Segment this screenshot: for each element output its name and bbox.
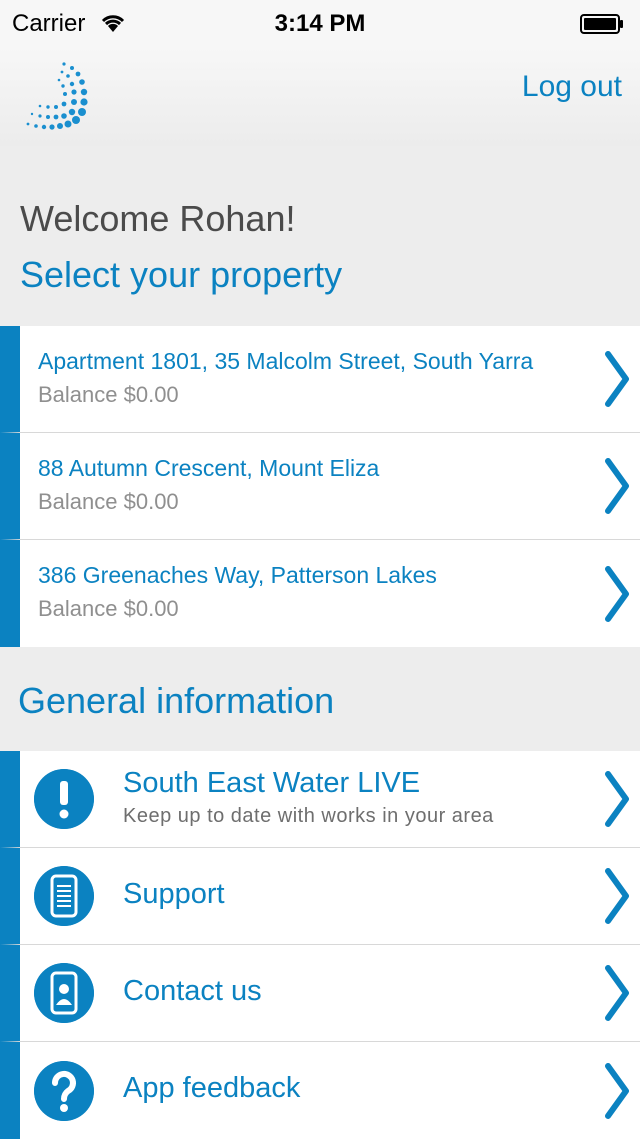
welcome-heading: Welcome Rohan! <box>20 198 296 239</box>
contact-phone-icon <box>34 963 94 1023</box>
chevron-right-icon <box>605 565 629 622</box>
chevron-right-icon <box>605 965 629 1021</box>
chevron-right-icon <box>605 351 629 407</box>
property-address: 88 Autumn Crescent, Mount Eliza <box>38 455 380 481</box>
property-balance: Balance $0.00 <box>38 382 179 407</box>
general-information-title: General information <box>18 680 335 721</box>
property-balance: Balance $0.00 <box>38 489 179 514</box>
chevron-right-icon <box>605 868 629 924</box>
info-item-label: App feedback <box>123 1072 301 1104</box>
battery-icon <box>580 14 623 34</box>
nav-bar: Log out <box>0 48 640 146</box>
property-balance: Balance $0.00 <box>38 596 179 621</box>
info-item-label: Contact us <box>123 975 262 1007</box>
info-item-support[interactable]: Support <box>0 848 640 945</box>
info-item-contact-us[interactable]: Contact us <box>0 945 640 1042</box>
select-property-title: Select your property <box>20 254 343 295</box>
general-information-list: South East Water LIVE Keep up to date wi… <box>0 751 640 1139</box>
status-bar: Carrier 3:14 PM <box>0 0 640 48</box>
info-item-app-feedback[interactable]: App feedback <box>0 1042 640 1139</box>
logout-button[interactable]: Log out <box>522 70 622 104</box>
property-list: Apartment 1801, 35 Malcolm Street, South… <box>0 326 640 647</box>
chevron-right-icon <box>605 458 629 514</box>
question-icon <box>34 1060 94 1121</box>
property-address: 386 Greenaches Way, Patterson Lakes <box>38 562 437 588</box>
info-item-south-east-water-live[interactable]: South East Water LIVE Keep up to date wi… <box>0 751 640 848</box>
info-item-label: Support <box>123 878 225 910</box>
info-item-label: South East Water LIVE <box>123 767 421 799</box>
chevron-right-icon <box>605 1062 629 1119</box>
clock: 3:14 PM <box>274 10 366 37</box>
document-phone-icon <box>34 866 94 926</box>
exclamation-icon <box>34 769 94 829</box>
dotted-spiral-logo-icon <box>26 62 88 130</box>
property-address: Apartment 1801, 35 Malcolm Street, South… <box>38 348 534 374</box>
property-row[interactable]: 88 Autumn Crescent, Mount Eliza Balance … <box>0 433 640 540</box>
property-row[interactable]: 386 Greenaches Way, Patterson Lakes Bala… <box>0 540 640 647</box>
chevron-right-icon <box>605 771 629 827</box>
property-row[interactable]: Apartment 1801, 35 Malcolm Street, South… <box>0 326 640 433</box>
info-item-sublabel: Keep up to date with works in your area <box>123 805 494 827</box>
